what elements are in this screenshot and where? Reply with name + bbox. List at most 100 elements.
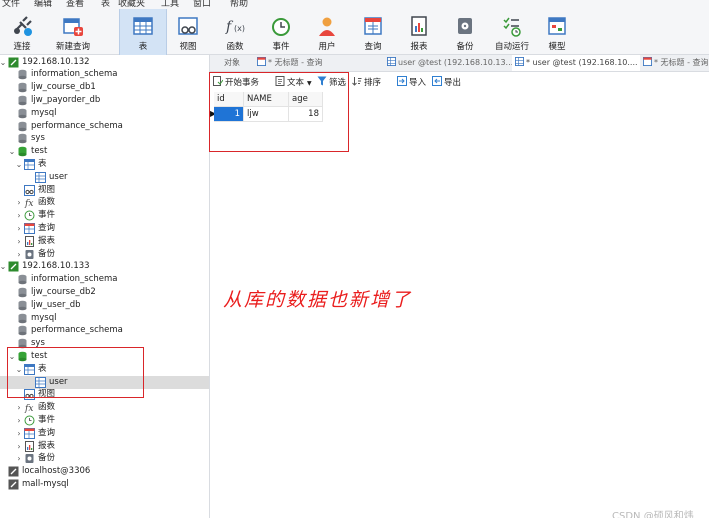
menu-tools[interactable]: 工具 [161, 0, 179, 9]
model-icon [548, 17, 566, 35]
tree-item-label: test [31, 146, 48, 157]
export-button[interactable]: 导出 [432, 76, 461, 88]
chevron-down-icon[interactable]: ⌄ [0, 260, 7, 273]
chevron-down-icon[interactable]: ⌄ [15, 158, 23, 171]
main-toolbar: 连接 新建查询 表 视图 f (x) 函数 事件 用户 查询 报表 备份 自动运行 [0, 9, 709, 55]
user-button[interactable]: 用户 [307, 9, 347, 55]
tree-item[interactable]: 视图 [0, 184, 209, 197]
chevron-right-icon[interactable]: › [15, 414, 23, 427]
plug-icon [14, 16, 32, 36]
tree-item[interactable]: mysql [0, 107, 209, 120]
tree-item-label: ljw_course_db2 [31, 286, 96, 297]
tab-user-test-2[interactable]: * user @test (192.168.10.... [512, 55, 640, 71]
function-button[interactable]: f (x) 函数 [215, 9, 255, 55]
tree-item[interactable]: mall-mysql [0, 478, 209, 491]
chevron-right-icon[interactable]: › [15, 440, 23, 453]
svg-text:fx: fx [24, 404, 33, 413]
tree-item-label: ljw_user_db [31, 299, 81, 310]
view-button[interactable]: 视图 [168, 9, 208, 55]
tree-item[interactable]: information_schema [0, 68, 209, 81]
query-tab-icon [257, 57, 266, 66]
tree-item-label: ljw_course_db1 [31, 82, 96, 93]
annotation-text: 从库的数据也新增了 [223, 289, 413, 311]
backup-button[interactable]: 备份 [445, 9, 485, 55]
tree-item-label: performance_schema [31, 325, 123, 336]
tree-item[interactable]: ⌄ 表 [0, 158, 209, 171]
chevron-right-icon[interactable]: › [15, 235, 23, 248]
chevron-right-icon[interactable]: › [15, 209, 23, 222]
tree-item[interactable]: performance_schema [0, 120, 209, 133]
chevron-down-icon[interactable]: ⌄ [0, 56, 7, 69]
tree-item[interactable]: sys [0, 132, 209, 145]
tree-item[interactable]: user [0, 171, 209, 184]
tree-item[interactable]: › 事件 [0, 209, 209, 222]
import-button[interactable]: 导入 [397, 76, 426, 88]
tree-item[interactable]: ljw_user_db [0, 299, 209, 312]
menu-edit[interactable]: 编辑 [34, 0, 52, 9]
connect-button[interactable]: 连接 [0, 9, 44, 55]
tree-item[interactable]: localhost@3306 [0, 465, 209, 478]
tree-item[interactable]: ljw_course_db1 [0, 81, 209, 94]
model-button[interactable]: 模型 [537, 9, 577, 55]
tree-item[interactable]: › 报表 [0, 440, 209, 453]
tree-item[interactable]: › 查询 [0, 427, 209, 440]
menu-bar: 文件 编辑 查看 表 收藏夹 工具 窗口 帮助 [0, 0, 709, 9]
tab-untitled-query-2[interactable]: * 无标题 - 查询 [640, 55, 709, 71]
menu-window[interactable]: 窗口 [193, 0, 211, 9]
tab-untitled-query-1-label: * 无标题 - 查询 [268, 58, 323, 67]
tree-item[interactable]: › 报表 [0, 235, 209, 248]
chevron-right-icon[interactable]: › [15, 452, 23, 465]
tree-item[interactable]: mysql [0, 312, 209, 325]
tree-item[interactable]: ⌄ 192.168.10.133 [0, 260, 209, 273]
tree-item[interactable]: › 备份 [0, 248, 209, 261]
tree-item-label: mysql [31, 107, 57, 118]
tree-item[interactable]: information_schema [0, 273, 209, 286]
tree-item-label: performance_schema [31, 120, 123, 131]
query-icon [364, 17, 382, 35]
watermark: CSDN @硕风和炜 [612, 511, 694, 518]
tree-item[interactable]: › fx 函数 [0, 401, 209, 414]
query-button[interactable]: 查询 [353, 9, 393, 55]
tree-item[interactable]: ⌄ test [0, 145, 209, 158]
tree-item[interactable]: ⌄ 192.168.10.132 [0, 56, 209, 69]
tab-user-test-1-label: user @test (192.168.10.13... [398, 58, 512, 67]
view-icon [178, 17, 198, 35]
menu-file[interactable]: 文件 [2, 0, 20, 9]
tab-objects[interactable]: 对象 [214, 55, 254, 71]
tree-item-label: information_schema [31, 69, 118, 80]
tree-item[interactable]: ljw_payorder_db [0, 94, 209, 107]
menu-table[interactable]: 表 [101, 0, 110, 9]
menu-help[interactable]: 帮助 [230, 0, 248, 9]
tree-item[interactable]: performance_schema [0, 324, 209, 337]
chevron-down-icon[interactable]: ⌄ [8, 145, 16, 158]
tree-item[interactable]: › 查询 [0, 222, 209, 235]
query-label: 查询 [364, 42, 382, 52]
report-button[interactable]: 报表 [399, 9, 439, 55]
chevron-right-icon[interactable]: › [15, 427, 23, 440]
export-label: 导出 [444, 78, 462, 88]
sort-label: 排序 [364, 78, 382, 88]
tree-item[interactable]: › 备份 [0, 452, 209, 465]
event-button[interactable]: 事件 [261, 9, 301, 55]
tree-item-label: 事件 [38, 210, 56, 221]
tree-item[interactable]: › fx 函数 [0, 196, 209, 209]
table-button[interactable]: 表 [119, 9, 167, 55]
report-icon [411, 16, 427, 36]
schedule-button[interactable]: 自动运行 [490, 9, 534, 55]
chevron-right-icon[interactable]: › [15, 196, 23, 209]
new-query-button[interactable]: 新建查询 [52, 9, 94, 55]
connection-tree: ⌄ 192.168.10.132 information_schema ljw_cou… [0, 55, 210, 518]
tree-item[interactable]: ljw_course_db2 [0, 286, 209, 299]
menu-favorites[interactable]: 收藏夹 [118, 0, 145, 9]
report-label: 报表 [410, 42, 428, 52]
chevron-right-icon[interactable]: › [15, 401, 23, 414]
chevron-right-icon[interactable]: › [15, 222, 23, 235]
connect-label: 连接 [13, 42, 31, 52]
tree-item[interactable]: › 事件 [0, 414, 209, 427]
tree-item-label: user [49, 171, 68, 182]
menu-view[interactable]: 查看 [66, 0, 84, 9]
sort-button[interactable]: 排序 [352, 76, 381, 88]
tab-user-test-1[interactable]: user @test (192.168.10.13... [384, 55, 512, 71]
tab-untitled-query-1[interactable]: * 无标题 - 查询 [254, 55, 384, 71]
chevron-right-icon[interactable]: › [15, 248, 23, 261]
